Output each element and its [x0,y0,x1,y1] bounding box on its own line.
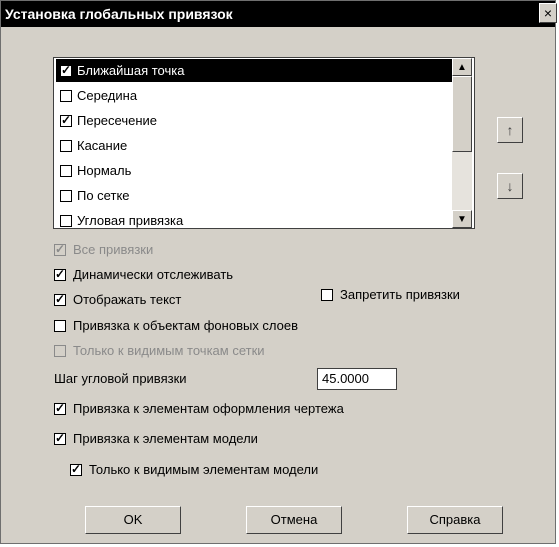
list-item[interactable]: Касание [56,134,452,157]
triangle-down-icon: ▼ [457,214,467,225]
cancel-button[interactable]: Отмена [246,506,342,534]
checkbox[interactable] [60,190,72,202]
option-label: Отображать текст [73,292,182,307]
scroll-up-button[interactable]: ▲ [452,58,472,76]
option-label: Привязка к элементам оформления чертежа [73,401,344,416]
list-scrollbar[interactable]: ▲ ▼ [452,58,472,228]
list-item-label: Ближайшая точка [77,63,185,78]
list-item[interactable]: Середина [56,84,452,107]
option-label: Только к видимым элементам модели [89,462,319,477]
option-label: Привязка к объектам фоновых слоев [73,318,299,333]
list-item-label: Пересечение [77,113,158,128]
list-item-label: По сетке [77,188,130,203]
option-label: Динамически отслеживать [73,267,234,282]
option-label: Только к видимым точкам сетки [73,343,265,358]
list-item[interactable]: По сетке [56,184,452,207]
list-item-label: Угловая привязка [77,213,184,228]
list-item-label: Касание [77,138,128,153]
option-label: Запретить привязки [340,287,460,302]
checkbox[interactable] [60,63,72,77]
angle-step-label: Шаг угловой привязки [54,371,187,386]
checkbox [54,242,66,256]
angle-step-input[interactable]: 45.0000 [317,368,397,390]
checkbox[interactable] [70,462,82,476]
scroll-down-button[interactable]: ▼ [452,210,472,228]
checkbox [54,345,66,357]
dialog-title: Установка глобальных привязок [5,6,233,22]
list-item[interactable]: Пересечение [56,109,452,132]
triangle-up-icon: ▲ [457,62,467,73]
help-button[interactable]: Справка [407,506,503,534]
list-item[interactable]: Угловая привязка [56,209,452,228]
list-item-label: Середина [77,88,138,103]
checkbox[interactable] [54,401,66,415]
checkbox[interactable] [60,113,72,127]
arrow-up-icon: ↑ [506,122,514,138]
checkbox[interactable] [60,165,72,177]
snap-settings-dialog: Установка глобальных привязок × Ближайша… [0,0,557,544]
checkbox[interactable] [54,267,66,281]
checkbox[interactable] [54,431,66,445]
checkbox[interactable] [60,140,72,152]
ok-button[interactable]: OK [85,506,181,534]
checkbox[interactable] [60,90,72,102]
checkbox[interactable] [54,320,66,332]
list-item[interactable]: Нормаль [56,159,452,182]
checkbox[interactable] [60,215,72,227]
snap-list[interactable]: Ближайшая точка Середина Пересечение Кас… [53,57,475,229]
checkbox[interactable] [54,292,66,306]
list-item-label: Нормаль [77,163,132,178]
title-bar: Установка глобальных привязок [1,1,555,27]
arrow-down-icon: ↓ [506,178,514,194]
list-item[interactable]: Ближайшая точка [56,59,452,82]
option-label: Привязка к элементам модели [73,431,258,446]
move-up-button[interactable]: ↑ [497,117,523,143]
option-label: Все привязки [73,242,154,257]
scroll-thumb[interactable] [452,76,472,152]
close-button[interactable]: × [539,3,557,23]
checkbox[interactable] [321,289,333,301]
move-down-button[interactable]: ↓ [497,173,523,199]
